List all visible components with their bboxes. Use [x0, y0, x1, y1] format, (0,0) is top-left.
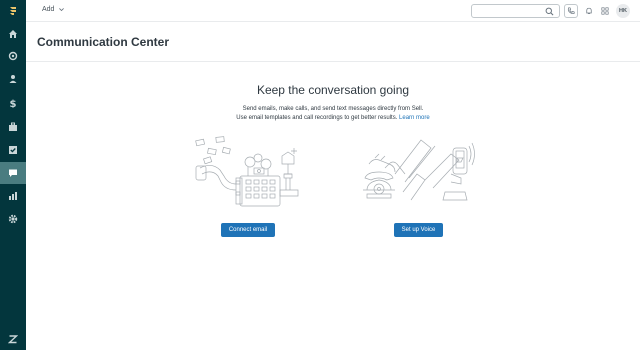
apps-button[interactable]	[599, 5, 611, 17]
email-illustration	[195, 136, 299, 207]
bell-icon	[586, 7, 592, 14]
description-line-2-text: Use email templates and call recordings …	[236, 115, 398, 121]
header-divider	[26, 61, 640, 62]
reports-icon[interactable]	[0, 185, 26, 207]
page-title: Communication Center	[37, 35, 170, 49]
notifications-button[interactable]	[583, 5, 595, 17]
deals-icon[interactable]: $	[0, 92, 26, 114]
topbar: Add HK	[26, 0, 640, 22]
apps-grid-icon	[601, 7, 609, 15]
communication-icon[interactable]	[0, 162, 26, 184]
phone-button[interactable]	[564, 4, 578, 18]
add-label: Add	[42, 6, 55, 13]
voice-illustration	[363, 139, 475, 201]
contacts-icon[interactable]	[0, 68, 26, 90]
add-button[interactable]: Add	[42, 6, 65, 13]
svg-text:$: $	[10, 99, 17, 108]
description: Send emails, make calls, and send text m…	[26, 105, 640, 123]
description-line-1: Send emails, make calls, and send text m…	[242, 106, 424, 112]
checklist-icon[interactable]	[0, 139, 26, 161]
description-line-2: Use email templates and call recordings …	[26, 114, 640, 123]
headline: Keep the conversation going	[256, 83, 410, 97]
avatar[interactable]: HK	[616, 4, 630, 18]
leads-icon[interactable]	[0, 45, 26, 67]
zendesk-logo-icon[interactable]	[0, 328, 26, 350]
search-input[interactable]	[471, 4, 560, 18]
connect-email-button[interactable]: Connect email	[221, 223, 275, 237]
settings-icon[interactable]	[0, 208, 26, 230]
phone-icon	[567, 7, 575, 14]
learn-more-link[interactable]: Learn more	[399, 115, 430, 121]
tasks-icon[interactable]	[0, 116, 26, 138]
setup-voice-button[interactable]: Set up Voice	[394, 223, 443, 237]
home-icon[interactable]	[0, 23, 26, 45]
sidebar: $	[0, 0, 26, 350]
sell-logo-icon[interactable]	[0, 0, 26, 22]
chevron-down-icon	[59, 8, 65, 12]
search-icon[interactable]	[545, 7, 554, 16]
